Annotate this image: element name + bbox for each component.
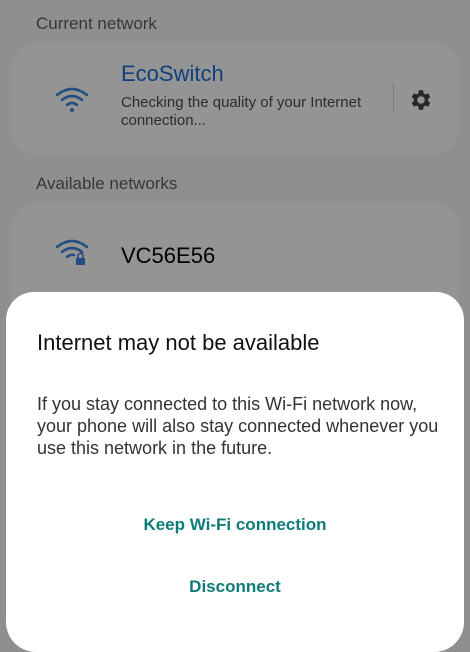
keep-wifi-connection-button[interactable]: Keep Wi-Fi connection [6, 513, 464, 537]
dialog-message: If you stay connected to this Wi-Fi netw… [37, 394, 439, 458]
disconnect-button[interactable]: Disconnect [6, 575, 464, 599]
dialog-title: Internet may not be available [37, 330, 320, 355]
internet-warning-dialog: Internet may not be available If you sta… [6, 292, 464, 652]
